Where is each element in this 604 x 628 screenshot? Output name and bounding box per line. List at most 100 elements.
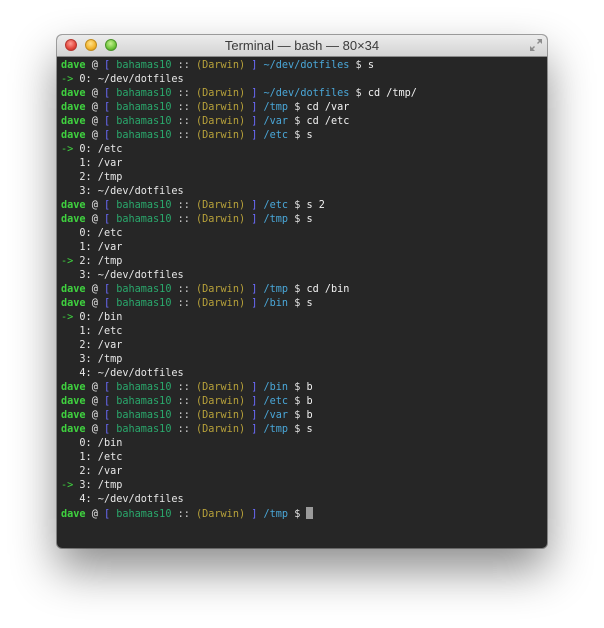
prompt-bracket-open: [ [103,410,111,421]
command-text: s [306,130,313,141]
prompt-host: bahamas10 [116,116,172,127]
prompt-bracket-open: [ [103,214,111,225]
prompt-host: bahamas10 [116,88,172,99]
prompt-separator: :: [177,509,190,520]
prompt-at: @ [91,116,98,127]
command-text: cd /var [306,102,350,113]
prompt-user: dave [61,396,86,407]
output-line: 2: /var [61,465,543,479]
dir-stack-entry: 0: /bin [79,312,123,323]
prompt-dollar: $ [294,509,301,520]
prompt-user: dave [61,284,86,295]
prompt-at: @ [91,284,98,295]
command-text: s 2 [306,200,325,211]
prompt-bracket-close: ] [251,88,258,99]
prompt-bracket-close: ] [251,284,258,295]
fullscreen-icon[interactable] [529,38,543,52]
prompt-line: dave @ [ bahamas10 :: (Darwin) ] ~/dev/d… [61,87,543,101]
dir-stack-entry: 3: ~/dev/dotfiles [79,270,184,281]
current-dir-arrow: -> [61,74,74,85]
prompt-separator: :: [177,382,190,393]
prompt-dollar: $ [294,410,301,421]
prompt-path: /tmp [263,214,289,225]
prompt-line: dave @ [ bahamas10 :: (Darwin) ] /etc $ … [61,395,543,409]
dir-stack-entry: 0: /etc [79,228,123,239]
text-cursor[interactable] [306,507,314,519]
output-line: -> 0: /bin [61,311,543,325]
prompt-path: /tmp [263,102,289,113]
dir-stack-entry: 2: /tmp [79,172,123,183]
prompt-bracket-close: ] [251,298,258,309]
prompt-line: dave @ [ bahamas10 :: (Darwin) ] /tmp $ … [61,101,543,115]
prompt-os: (Darwin) [196,424,246,435]
prompt-os: (Darwin) [196,214,246,225]
prompt-user: dave [61,102,86,113]
prompt-line: dave @ [ bahamas10 :: (Darwin) ] /etc $ … [61,199,543,213]
prompt-at: @ [91,410,98,421]
prompt-at: @ [91,424,98,435]
output-line: 1: /var [61,157,543,171]
prompt-dollar: $ [294,298,301,309]
prompt-host: bahamas10 [116,410,172,421]
prompt-path: /etc [263,130,289,141]
prompt-dollar: $ [294,214,301,225]
prompt-host: bahamas10 [116,130,172,141]
output-line: 3: ~/dev/dotfiles [61,269,543,283]
prompt-at: @ [91,298,98,309]
command-text: cd /bin [306,284,350,295]
prompt-path: /tmp [263,284,289,295]
prompt-bracket-open: [ [103,130,111,141]
prompt-line: dave @ [ bahamas10 :: (Darwin) ] /tmp $ … [61,213,543,227]
prompt-separator: :: [177,214,190,225]
prompt-host: bahamas10 [116,60,172,71]
prompt-bracket-close: ] [251,200,258,211]
prompt-separator: :: [177,88,190,99]
output-line: 1: /etc [61,451,543,465]
prompt-line: dave @ [ bahamas10 :: (Darwin) ] /var $ … [61,409,543,423]
prompt-os: (Darwin) [196,200,246,211]
prompt-host: bahamas10 [116,102,172,113]
prompt-separator: :: [177,298,190,309]
dir-stack-entry: 1: /etc [79,326,123,337]
command-text: s [367,60,374,71]
prompt-dollar: $ [294,284,301,295]
prompt-separator: :: [177,424,190,435]
prompt-separator: :: [177,410,190,421]
dir-stack-entry: 3: ~/dev/dotfiles [79,186,184,197]
prompt-bracket-close: ] [251,60,258,71]
prompt-bracket-open: [ [103,284,111,295]
prompt-dollar: $ [294,382,301,393]
dir-stack-entry: 0: /bin [79,438,123,449]
prompt-bracket-open: [ [103,116,111,127]
command-text: b [306,382,313,393]
prompt-dollar: $ [294,200,301,211]
prompt-bracket-close: ] [251,116,258,127]
prompt-at: @ [91,102,98,113]
title-bar[interactable]: Terminal — bash — 80×34 [57,35,547,57]
prompt-host: bahamas10 [116,396,172,407]
prompt-line: dave @ [ bahamas10 :: (Darwin) ] /bin $ … [61,297,543,311]
prompt-line: dave @ [ bahamas10 :: (Darwin) ] /var $ … [61,115,543,129]
dir-stack-entry: 2: /var [79,340,123,351]
prompt-bracket-open: [ [103,102,111,113]
prompt-at: @ [91,88,98,99]
dir-stack-entry: 1: /var [79,242,123,253]
prompt-bracket-close: ] [251,396,258,407]
output-line: 0: /etc [61,227,543,241]
prompt-os: (Darwin) [196,102,246,113]
prompt-line: dave @ [ bahamas10 :: (Darwin) ] /bin $ … [61,381,543,395]
prompt-bracket-close: ] [251,130,258,141]
prompt-bracket-close: ] [251,382,258,393]
prompt-path: /bin [263,382,289,393]
prompt-line: dave @ [ bahamas10 :: (Darwin) ] /tmp $ … [61,423,543,437]
prompt-dollar: $ [294,396,301,407]
prompt-path: /var [263,410,289,421]
prompt-at: @ [91,382,98,393]
terminal-output[interactable]: dave @ [ bahamas10 :: (Darwin) ] ~/dev/d… [61,59,543,548]
prompt-path: ~/dev/dotfiles [263,60,350,71]
command-text: s [306,424,313,435]
output-line: -> 0: /etc [61,143,543,157]
prompt-user: dave [61,130,86,141]
prompt-os: (Darwin) [196,284,246,295]
prompt-path: /etc [263,200,289,211]
